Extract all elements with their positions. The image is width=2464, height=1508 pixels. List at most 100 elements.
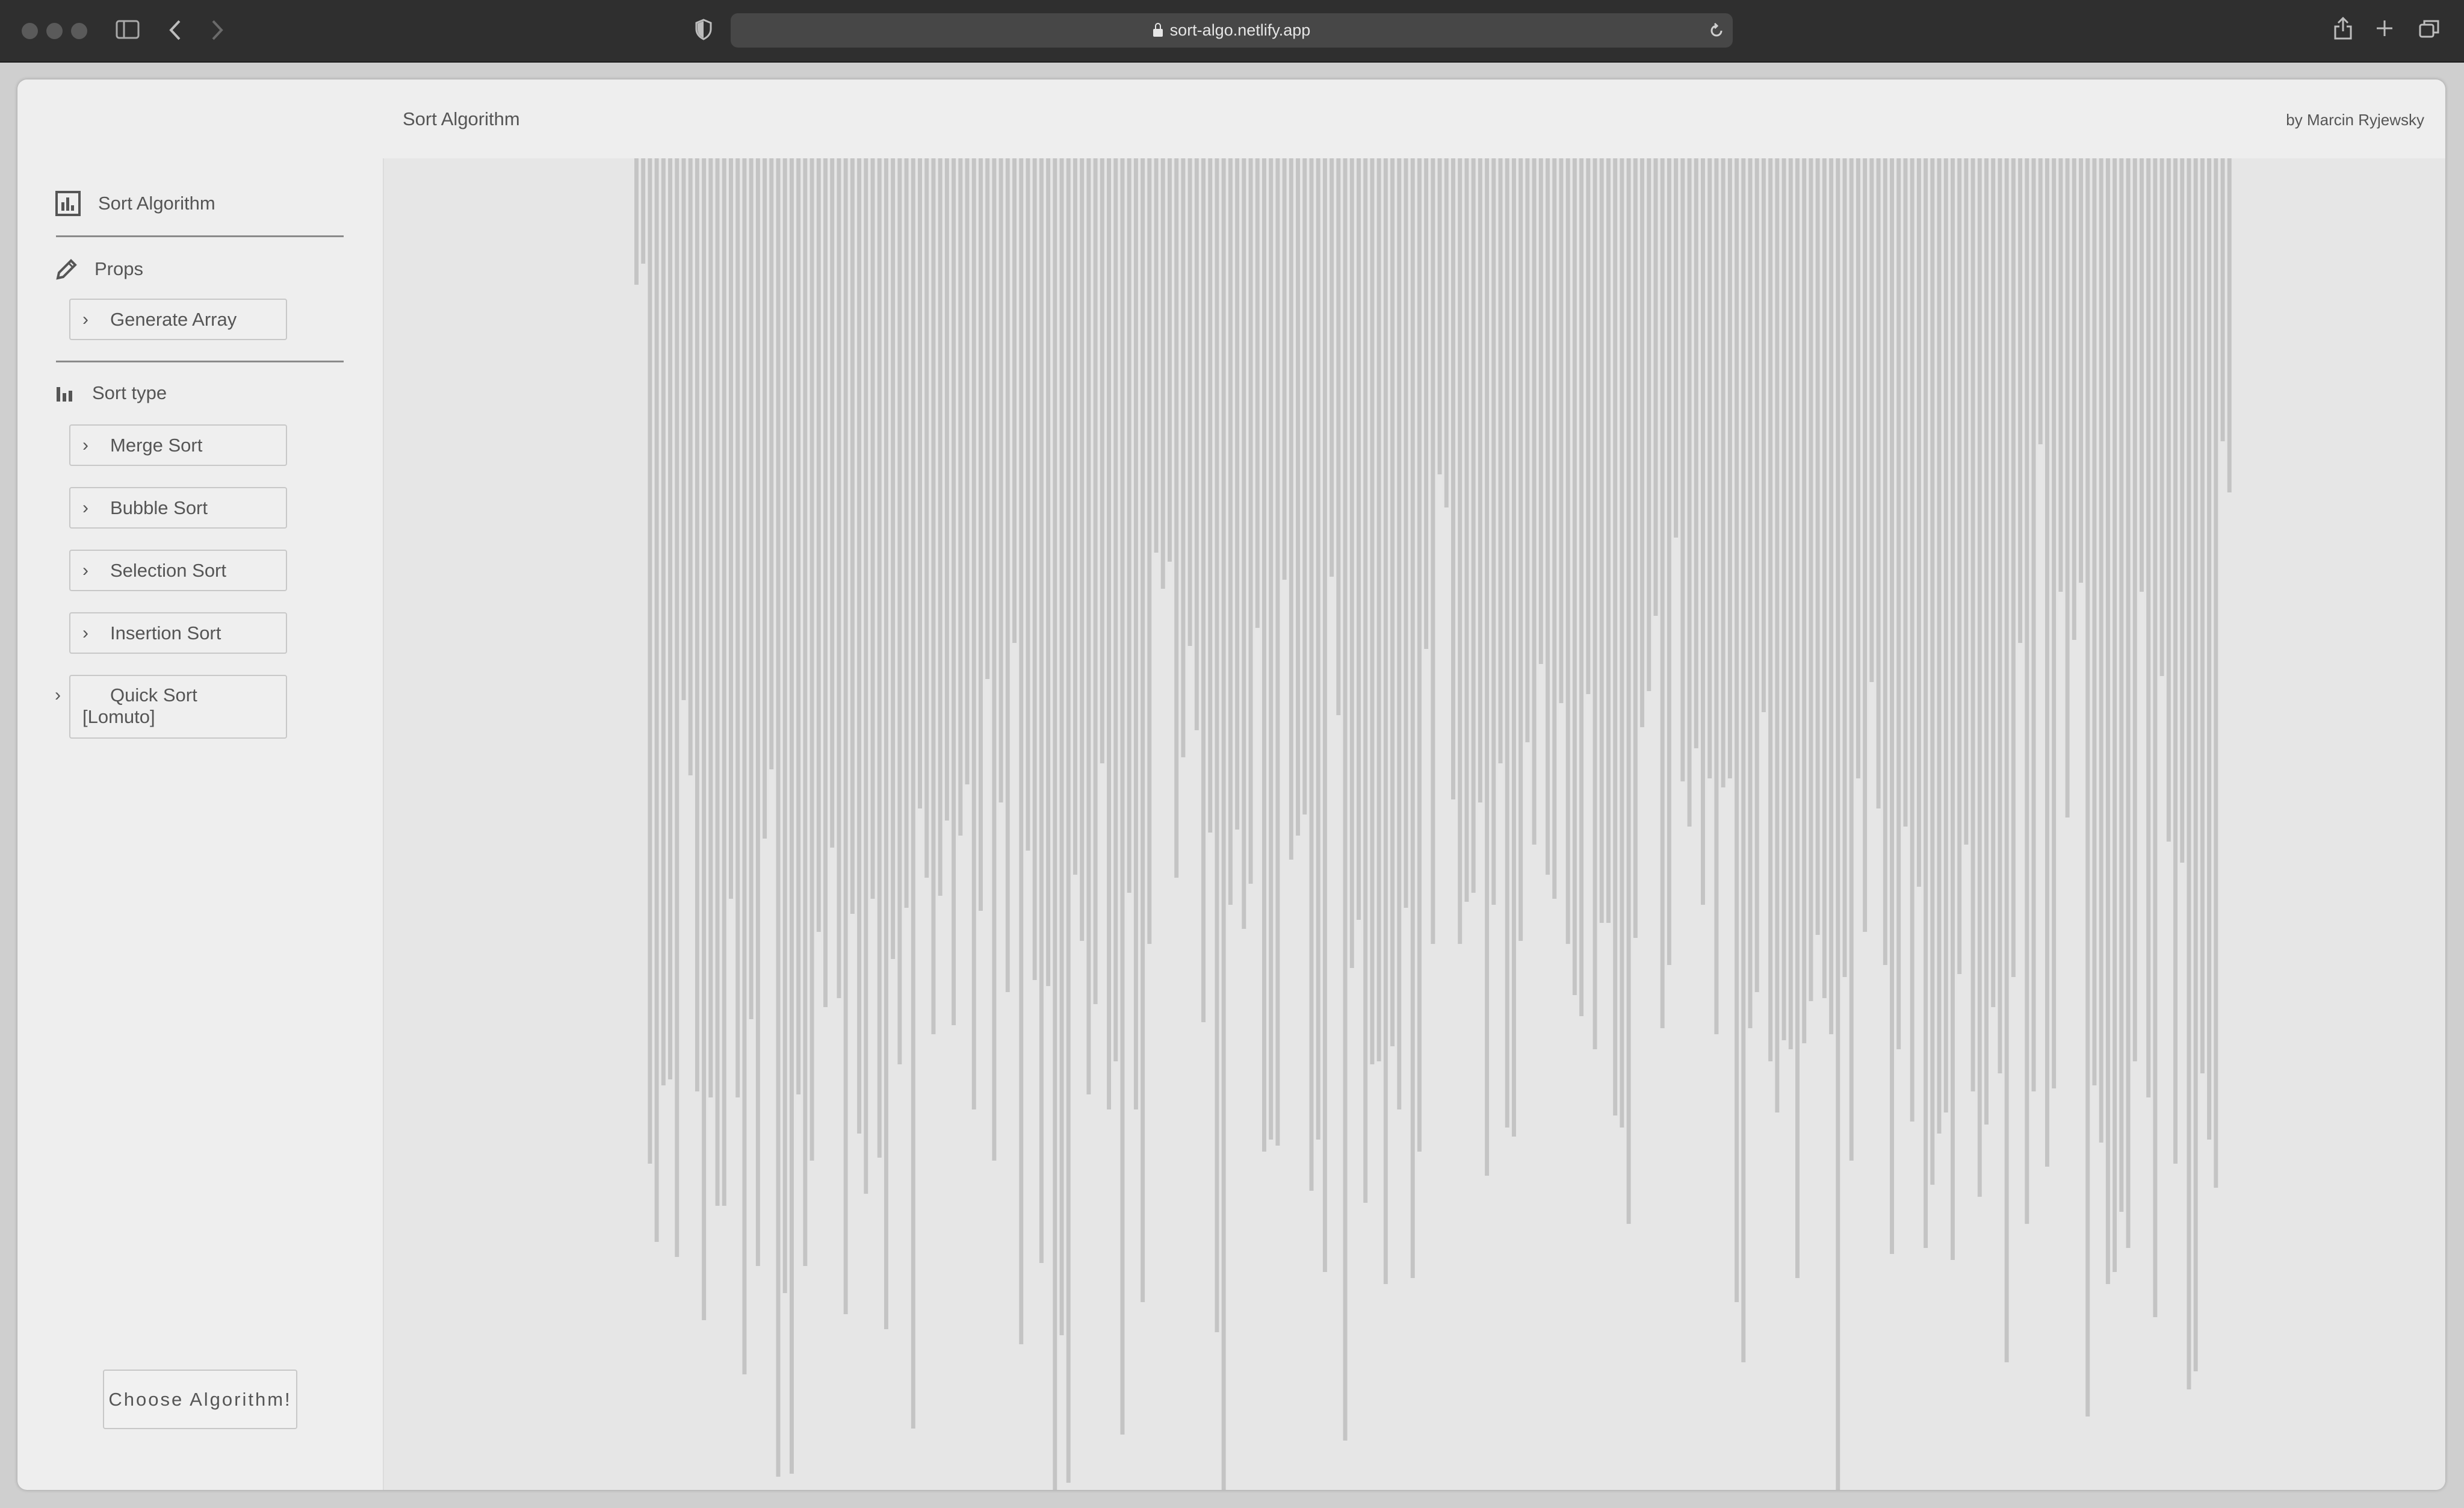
address-bar[interactable]: sort-algo.netlify.app bbox=[731, 13, 1733, 48]
array-bar bbox=[1775, 158, 1780, 1112]
array-bar bbox=[1451, 158, 1455, 799]
array-bar bbox=[735, 158, 740, 1097]
array-bar bbox=[1829, 158, 1834, 1034]
array-bar bbox=[2113, 158, 2117, 1272]
array-bar bbox=[1133, 158, 1138, 1109]
array-bar bbox=[1194, 158, 1199, 730]
array-bar bbox=[1107, 158, 1112, 1109]
array-bar bbox=[931, 158, 936, 1034]
array-bar bbox=[2079, 158, 2083, 583]
array-bar bbox=[1964, 158, 1969, 845]
array-bar bbox=[2011, 158, 2016, 977]
array-bar bbox=[1046, 158, 1051, 986]
array-bar bbox=[2180, 158, 2185, 863]
sidebar-item-sort-algorithm[interactable]: Sort Algorithm bbox=[55, 190, 215, 217]
array-bar bbox=[1404, 158, 1408, 908]
array-bar bbox=[1680, 158, 1685, 781]
array-bar bbox=[2173, 158, 2178, 1164]
array-bar bbox=[1781, 158, 1786, 1040]
array-bar bbox=[1741, 158, 1746, 1362]
array-bar bbox=[1187, 158, 1192, 646]
divider bbox=[56, 235, 344, 237]
array-bar bbox=[1154, 158, 1159, 553]
generate-array-button[interactable]: › Generate Array bbox=[69, 299, 287, 340]
array-bar bbox=[2018, 158, 2023, 643]
array-bar bbox=[2207, 158, 2212, 1140]
sidebar-toggle-icon[interactable] bbox=[116, 19, 140, 40]
array-bar bbox=[2045, 158, 2049, 1167]
array-bar bbox=[1262, 158, 1266, 1152]
forward-icon[interactable] bbox=[211, 19, 224, 41]
array-bar bbox=[1653, 158, 1658, 616]
array-bar bbox=[1977, 158, 1982, 1197]
page-title: Sort Algorithm bbox=[403, 108, 520, 129]
array-bar bbox=[2166, 158, 2171, 842]
merge-sort-button[interactable]: › Merge Sort bbox=[69, 424, 287, 466]
privacy-shield-icon[interactable] bbox=[695, 19, 713, 40]
quick-sort-lomuto-button[interactable]: › Quick Sort [Lomuto] bbox=[55, 675, 287, 739]
bubble-sort-button[interactable]: › Bubble Sort bbox=[69, 487, 287, 529]
array-bar bbox=[1916, 158, 1921, 887]
array-bar bbox=[952, 158, 956, 1025]
array-bar bbox=[1998, 158, 2002, 1073]
array-bar bbox=[1943, 158, 1948, 1112]
array-bar bbox=[1937, 158, 1942, 1134]
array-bar bbox=[2025, 158, 2029, 1224]
reload-icon[interactable] bbox=[1709, 22, 1724, 39]
browser-toolbar: sort-algo.netlify.app bbox=[0, 0, 2464, 63]
array-bar bbox=[1296, 158, 1301, 836]
minimize-window-icon[interactable] bbox=[46, 23, 63, 39]
array-bar bbox=[1113, 158, 1118, 1061]
array-bar bbox=[1093, 158, 1098, 1004]
array-bar bbox=[2038, 158, 2043, 444]
array-bar bbox=[803, 158, 808, 1266]
array-bar bbox=[965, 158, 970, 784]
tab-overview-icon[interactable] bbox=[2418, 19, 2440, 39]
array-bar bbox=[1039, 158, 1044, 1263]
array-bar bbox=[2065, 158, 2070, 818]
array-bar bbox=[1141, 158, 1145, 1302]
array-bar bbox=[2092, 158, 2097, 1085]
array-bar bbox=[1005, 158, 1010, 992]
zoom-window-icon[interactable] bbox=[71, 23, 87, 39]
array-bar bbox=[654, 158, 659, 1242]
array-bar bbox=[911, 158, 915, 1429]
array-bar bbox=[992, 158, 997, 1161]
array-bar bbox=[2214, 158, 2218, 1188]
array-bar bbox=[2004, 158, 2009, 1362]
array-bar bbox=[2153, 158, 2158, 1317]
array-bar bbox=[1735, 158, 1739, 1302]
array-bar bbox=[722, 158, 726, 1206]
choose-algorithm-button[interactable]: Choose Algorithm! bbox=[103, 1370, 297, 1429]
array-bar bbox=[1546, 158, 1550, 875]
back-icon[interactable] bbox=[169, 19, 182, 41]
array-bar bbox=[729, 158, 733, 899]
array-bar bbox=[668, 158, 673, 1079]
sidebar-section-sort-type: Sort type bbox=[55, 382, 167, 404]
bar-chart-icon bbox=[57, 387, 72, 402]
array-bar bbox=[850, 158, 855, 914]
new-tab-icon[interactable] bbox=[2375, 19, 2394, 38]
array-bar bbox=[1505, 158, 1509, 1128]
array-bar bbox=[661, 158, 666, 1085]
array-bar bbox=[1174, 158, 1179, 878]
array-bar bbox=[1667, 158, 1671, 965]
array-bar bbox=[1248, 158, 1253, 884]
array-bar bbox=[1856, 158, 1860, 778]
share-icon[interactable] bbox=[2333, 16, 2353, 41]
array-bar bbox=[1903, 158, 1908, 827]
array-bar bbox=[1269, 158, 1274, 1140]
array-bar bbox=[2031, 158, 2036, 1091]
array-bar bbox=[1127, 158, 1131, 893]
array-bar bbox=[1620, 158, 1624, 1128]
array-bar bbox=[1316, 158, 1320, 1140]
insertion-sort-button[interactable]: › Insertion Sort bbox=[69, 612, 287, 654]
array-bar bbox=[2072, 158, 2076, 640]
array-bar bbox=[1080, 158, 1085, 941]
array-bar bbox=[1761, 158, 1766, 712]
array-bar bbox=[1491, 158, 1496, 905]
array-bar bbox=[708, 158, 713, 1097]
array-bar bbox=[1876, 158, 1881, 808]
close-window-icon[interactable] bbox=[22, 23, 38, 39]
selection-sort-button[interactable]: › Selection Sort bbox=[69, 550, 287, 591]
